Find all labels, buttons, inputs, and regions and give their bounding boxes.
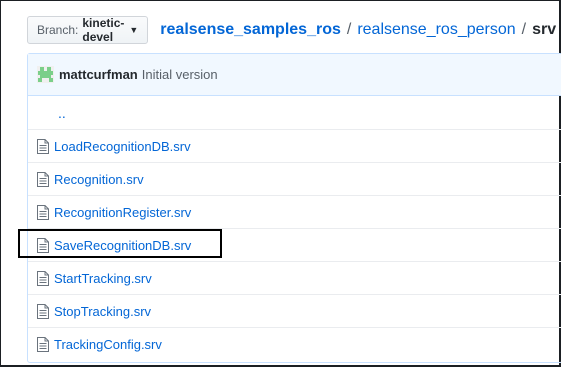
commit-author-link[interactable]: mattcurfman bbox=[59, 67, 138, 82]
commit-message-link[interactable]: Initial version bbox=[142, 67, 218, 82]
caret-down-icon: ▼ bbox=[129, 25, 139, 35]
branch-select-button[interactable]: Branch: kinetic-devel ▼ bbox=[27, 16, 149, 44]
file-row: RecognitionRegister.srv bbox=[28, 195, 561, 228]
breadcrumb: realsense_samples_ros / realsense_ros_pe… bbox=[160, 21, 561, 39]
parent-directory-row: .. bbox=[28, 96, 561, 129]
file-table: mattcurfman Initial version .. LoadRecog… bbox=[27, 53, 561, 363]
file-icon bbox=[37, 303, 49, 319]
file-icon bbox=[37, 270, 49, 286]
file-row: StartTracking.srv bbox=[28, 261, 561, 294]
file-icon bbox=[37, 204, 49, 220]
commit-tease: mattcurfman Initial version bbox=[28, 54, 561, 96]
file-row: Recognition.srv bbox=[28, 162, 561, 195]
file-link[interactable]: TrackingConfig.srv bbox=[54, 337, 162, 352]
avatar[interactable] bbox=[37, 66, 54, 83]
file-navigation: Branch: kinetic-devel ▼ realsense_sample… bbox=[27, 15, 561, 45]
file-link[interactable]: LoadRecognitionDB.srv bbox=[54, 139, 191, 154]
branch-prefix-label: Branch: bbox=[37, 23, 79, 37]
file-icon bbox=[37, 336, 49, 352]
file-row: TrackingConfig.srv bbox=[28, 327, 561, 360]
parent-directory-link[interactable]: .. bbox=[58, 105, 66, 121]
file-link[interactable]: StopTracking.srv bbox=[54, 304, 151, 319]
file-link[interactable]: Recognition.srv bbox=[54, 172, 144, 187]
breadcrumb-separator: / bbox=[346, 21, 352, 38]
breadcrumb-repo-link[interactable]: realsense_samples_ros bbox=[160, 21, 341, 39]
breadcrumb-separator: / bbox=[521, 21, 527, 38]
file-icon bbox=[37, 171, 49, 187]
file-link[interactable]: RecognitionRegister.srv bbox=[54, 205, 191, 220]
branch-name: kinetic-devel bbox=[82, 16, 125, 44]
breadcrumb-folder-link[interactable]: realsense_ros_person bbox=[357, 21, 515, 39]
file-row: LoadRecognitionDB.srv bbox=[28, 129, 561, 162]
highlight-box bbox=[18, 229, 222, 258]
file-row: StopTracking.srv bbox=[28, 294, 561, 327]
file-icon bbox=[37, 138, 49, 154]
identicon-icon bbox=[37, 66, 54, 83]
breadcrumb-current: srv bbox=[532, 21, 557, 38]
file-link[interactable]: StartTracking.srv bbox=[54, 271, 152, 286]
